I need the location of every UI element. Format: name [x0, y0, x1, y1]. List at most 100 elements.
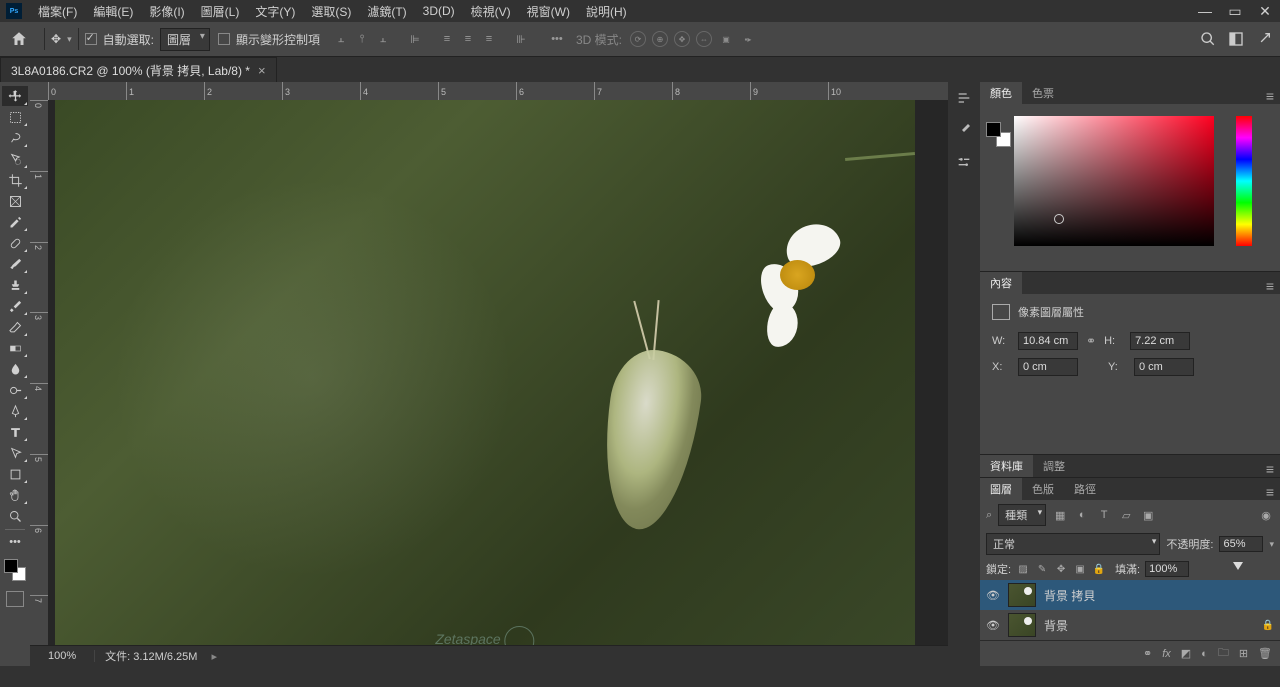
adjustments-panel-icon[interactable]: [954, 152, 974, 172]
menu-type[interactable]: 文字(Y): [247, 3, 303, 20]
menu-help[interactable]: 說明(H): [578, 3, 635, 20]
threed-zoom-icon[interactable]: ▣: [718, 31, 734, 47]
edit-toolbar-icon[interactable]: •••: [2, 532, 28, 552]
lock-transparency-icon[interactable]: ▨: [1016, 562, 1030, 576]
tab-properties[interactable]: 內容: [980, 272, 1022, 294]
eyedropper-tool[interactable]: [2, 212, 28, 232]
new-fill-adjust-icon[interactable]: ◐: [1201, 648, 1208, 660]
lock-pixels-icon[interactable]: ✎: [1035, 562, 1049, 576]
filter-shape-icon[interactable]: ▱: [1118, 507, 1134, 523]
align-top-icon[interactable]: ⫠: [332, 30, 350, 48]
hue-slider[interactable]: [1236, 116, 1252, 246]
layer-item[interactable]: 👁 背景 🔒: [980, 610, 1280, 640]
color-panel-menu-icon[interactable]: ≡: [1260, 88, 1280, 104]
filter-adjust-icon[interactable]: ◐: [1074, 507, 1090, 523]
color-fg-bg-swatch[interactable]: [986, 122, 1006, 142]
threed-roll-icon[interactable]: ⊕: [652, 31, 668, 47]
menu-filter[interactable]: 濾鏡(T): [359, 3, 414, 20]
lock-position-icon[interactable]: ✥: [1054, 562, 1068, 576]
more-options-icon[interactable]: •••: [548, 30, 566, 48]
layers-panel-menu-icon[interactable]: ≡: [1260, 484, 1280, 500]
x-input[interactable]: [1018, 358, 1078, 376]
tab-adjustments[interactable]: 調整: [1033, 455, 1075, 477]
menu-window[interactable]: 視窗(W): [519, 3, 578, 20]
document-tab[interactable]: 3L8A0186.CR2 @ 100% (背景 拷貝, Lab/8) * ×: [0, 57, 277, 82]
link-layers-icon[interactable]: ⚭: [1143, 647, 1152, 660]
quick-mask-toggle[interactable]: [6, 591, 24, 607]
auto-select-checkbox[interactable]: [85, 33, 97, 45]
tab-layers[interactable]: 圖層: [980, 478, 1022, 500]
filter-smart-icon[interactable]: ▣: [1140, 507, 1156, 523]
layer-item[interactable]: 👁 背景 拷貝: [980, 580, 1280, 610]
canvas-area[interactable]: 012345678910 01234567 Zetaspace 100% 文件:…: [30, 82, 948, 666]
search-icon[interactable]: [1200, 31, 1216, 47]
threed-camera-icon[interactable]: ▪▸: [740, 31, 756, 47]
menu-3d[interactable]: 3D(D): [415, 4, 463, 18]
tab-color[interactable]: 顏色: [980, 82, 1022, 104]
document-info[interactable]: 文件: 3.12M/6.25M: [95, 648, 207, 664]
tab-paths[interactable]: 路徑: [1064, 478, 1106, 500]
dist-bottom-icon[interactable]: ≡: [480, 30, 498, 48]
menu-file[interactable]: 檔案(F): [30, 3, 85, 20]
ruler-horizontal[interactable]: 012345678910: [48, 82, 948, 100]
height-input[interactable]: [1130, 332, 1190, 350]
threed-pan-icon[interactable]: ✥: [674, 31, 690, 47]
lock-artboard-icon[interactable]: ▣: [1073, 562, 1087, 576]
foreground-background-swatch[interactable]: [2, 557, 28, 583]
dist-left-icon[interactable]: ⊪: [512, 30, 530, 48]
layer-thumbnail[interactable]: [1008, 583, 1036, 607]
layer-mask-icon[interactable]: ◩: [1181, 647, 1191, 660]
type-tool[interactable]: [2, 422, 28, 442]
marquee-tool[interactable]: [2, 107, 28, 127]
quick-select-tool[interactable]: [2, 149, 28, 169]
fill-input[interactable]: [1145, 561, 1189, 577]
properties-panel-menu-icon[interactable]: ≡: [1260, 278, 1280, 294]
ruler-origin[interactable]: [30, 82, 48, 100]
delete-layer-icon[interactable]: 🗑: [1258, 647, 1272, 660]
document-canvas[interactable]: Zetaspace: [55, 100, 915, 656]
opacity-input[interactable]: [1219, 536, 1263, 552]
blend-mode-dropdown[interactable]: 正常: [986, 533, 1160, 555]
healing-tool[interactable]: [2, 233, 28, 253]
window-minimize[interactable]: —: [1190, 3, 1220, 20]
auto-select-dropdown[interactable]: 圖層: [160, 28, 210, 51]
stamp-tool[interactable]: [2, 275, 28, 295]
path-select-tool[interactable]: [2, 443, 28, 463]
pen-tool[interactable]: [2, 401, 28, 421]
crop-tool[interactable]: [2, 170, 28, 190]
layer-name[interactable]: 背景: [1044, 617, 1254, 634]
zoom-level[interactable]: 100%: [30, 650, 95, 662]
align-left-icon[interactable]: ⊫: [406, 30, 424, 48]
tab-libraries[interactable]: 資料庫: [980, 455, 1033, 477]
lock-all-icon[interactable]: 🔒: [1092, 562, 1106, 576]
threed-slide-icon[interactable]: ⇔: [696, 31, 712, 47]
move-tool[interactable]: [2, 86, 28, 106]
menu-layer[interactable]: 圖層(L): [193, 3, 248, 20]
link-dimensions-icon[interactable]: ⚭: [1086, 334, 1096, 348]
home-button[interactable]: [8, 28, 30, 50]
blur-tool[interactable]: [2, 359, 28, 379]
eraser-tool[interactable]: [2, 317, 28, 337]
filter-toggle-icon[interactable]: ◉: [1258, 507, 1274, 523]
threed-orbit-icon[interactable]: ⟳: [630, 31, 646, 47]
frame-tool[interactable]: [2, 191, 28, 211]
width-input[interactable]: [1018, 332, 1078, 350]
close-tab-icon[interactable]: ×: [258, 63, 266, 78]
show-transform-checkbox[interactable]: [218, 33, 230, 45]
dodge-tool[interactable]: [2, 380, 28, 400]
shape-tool[interactable]: [2, 464, 28, 484]
zoom-tool[interactable]: [2, 506, 28, 526]
share-icon[interactable]: [1256, 31, 1272, 47]
visibility-toggle-icon[interactable]: 👁: [986, 619, 1000, 632]
align-vcenter-icon[interactable]: ⫯: [353, 30, 371, 48]
menu-edit[interactable]: 編輯(E): [85, 3, 141, 20]
window-close[interactable]: ✕: [1250, 3, 1280, 20]
ruler-vertical[interactable]: 01234567: [30, 100, 48, 666]
filter-type-icon[interactable]: T: [1096, 507, 1112, 523]
menu-view[interactable]: 檢視(V): [463, 3, 519, 20]
align-bottom-icon[interactable]: ⫠: [374, 30, 392, 48]
new-group-icon[interactable]: 🗀: [1218, 644, 1229, 663]
y-input[interactable]: [1134, 358, 1194, 376]
brush-tool[interactable]: [2, 254, 28, 274]
history-panel-icon[interactable]: [954, 88, 974, 108]
